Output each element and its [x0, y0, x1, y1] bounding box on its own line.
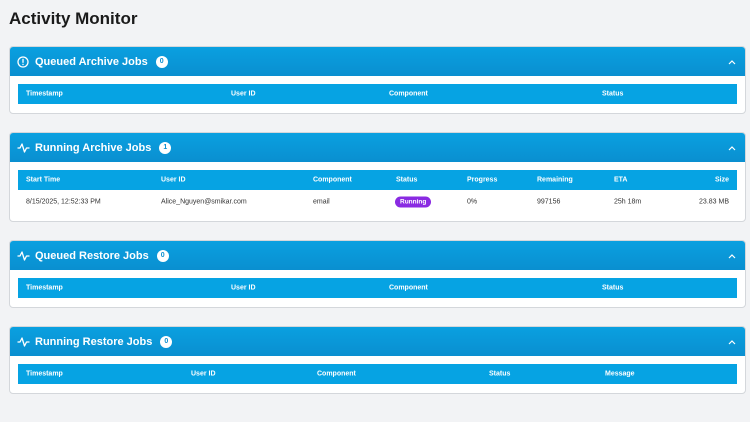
column-header-eta[interactable]: ETA	[614, 177, 627, 184]
column-header-timestamp[interactable]: Timestamp	[26, 371, 63, 378]
alert-circle-icon	[16, 55, 30, 69]
cell-remaining: 997156	[537, 198, 561, 206]
chevron-up-icon[interactable]	[727, 57, 737, 67]
chevron-up-icon[interactable]	[727, 251, 737, 261]
column-header-component[interactable]: Component	[389, 285, 428, 292]
queued-archive-jobs-panel: Queued Archive Jobs 0 Timestamp User ID …	[9, 46, 746, 114]
table-header: Start Time User ID Component Status Prog…	[18, 170, 737, 190]
column-header-message[interactable]: Message	[605, 371, 635, 378]
column-header-status[interactable]: Status	[602, 91, 623, 98]
table-row[interactable]: 8/15/2025, 12:52:33 PM Alice_Nguyen@smik…	[18, 190, 737, 214]
table-header: Timestamp User ID Component Status Messa…	[18, 364, 737, 384]
column-header-progress[interactable]: Progress	[467, 177, 497, 184]
count-badge: 1	[159, 141, 172, 154]
column-header-status[interactable]: Status	[489, 371, 510, 378]
chevron-up-icon[interactable]	[727, 337, 737, 347]
column-header-user-id[interactable]: User ID	[231, 285, 256, 292]
panel-title: Running Restore Jobs	[35, 335, 153, 348]
column-header-timestamp[interactable]: Timestamp	[26, 285, 63, 292]
running-restore-jobs-header[interactable]: Running Restore Jobs 0	[10, 327, 745, 356]
cell-start-time: 8/15/2025, 12:52:33 PM	[26, 198, 101, 206]
cell-progress: 0%	[467, 198, 478, 206]
column-header-user-id[interactable]: User ID	[161, 177, 186, 184]
column-header-component[interactable]: Component	[389, 91, 428, 98]
column-header-user-id[interactable]: User ID	[231, 91, 256, 98]
queued-archive-jobs-header[interactable]: Queued Archive Jobs 0	[10, 47, 745, 76]
column-header-status[interactable]: Status	[602, 285, 623, 292]
running-archive-jobs-panel: Running Archive Jobs 1 Start Time User I…	[9, 132, 746, 222]
activity-pulse-icon	[16, 335, 30, 349]
table-header: Timestamp User ID Component Status	[18, 278, 737, 298]
running-archive-jobs-header[interactable]: Running Archive Jobs 1	[10, 133, 745, 162]
activity-pulse-icon	[16, 249, 30, 263]
column-header-timestamp[interactable]: Timestamp	[26, 91, 63, 98]
cell-user-id: Alice_Nguyen@smikar.com	[161, 198, 247, 206]
column-header-remaining[interactable]: Remaining	[537, 177, 573, 184]
column-header-user-id[interactable]: User ID	[191, 371, 216, 378]
panel-title: Queued Archive Jobs	[35, 55, 148, 68]
activity-pulse-icon	[16, 141, 30, 155]
chevron-up-icon[interactable]	[727, 143, 737, 153]
count-badge: 0	[156, 249, 169, 262]
cell-size: 23.83 MB	[699, 198, 729, 206]
panel-title: Queued Restore Jobs	[35, 249, 149, 262]
column-header-start-time[interactable]: Start Time	[26, 177, 60, 184]
column-header-component[interactable]: Component	[317, 371, 356, 378]
column-header-size[interactable]: Size	[715, 177, 729, 184]
count-badge: 0	[155, 55, 168, 68]
status-badge: Running	[395, 196, 432, 208]
cell-component: email	[313, 198, 330, 206]
cell-eta: 25h 18m	[614, 198, 642, 206]
table-header: Timestamp User ID Component Status	[18, 84, 737, 104]
queued-restore-jobs-header[interactable]: Queued Restore Jobs 0	[10, 241, 745, 270]
column-header-component[interactable]: Component	[313, 177, 352, 184]
queued-restore-jobs-panel: Queued Restore Jobs 0 Timestamp User ID …	[9, 240, 746, 308]
count-badge: 0	[160, 335, 173, 348]
column-header-status[interactable]: Status	[396, 177, 417, 184]
panel-title: Running Archive Jobs	[35, 141, 152, 154]
running-restore-jobs-panel: Running Restore Jobs 0 Timestamp User ID…	[9, 326, 746, 394]
page-title: Activity Monitor	[9, 9, 138, 28]
